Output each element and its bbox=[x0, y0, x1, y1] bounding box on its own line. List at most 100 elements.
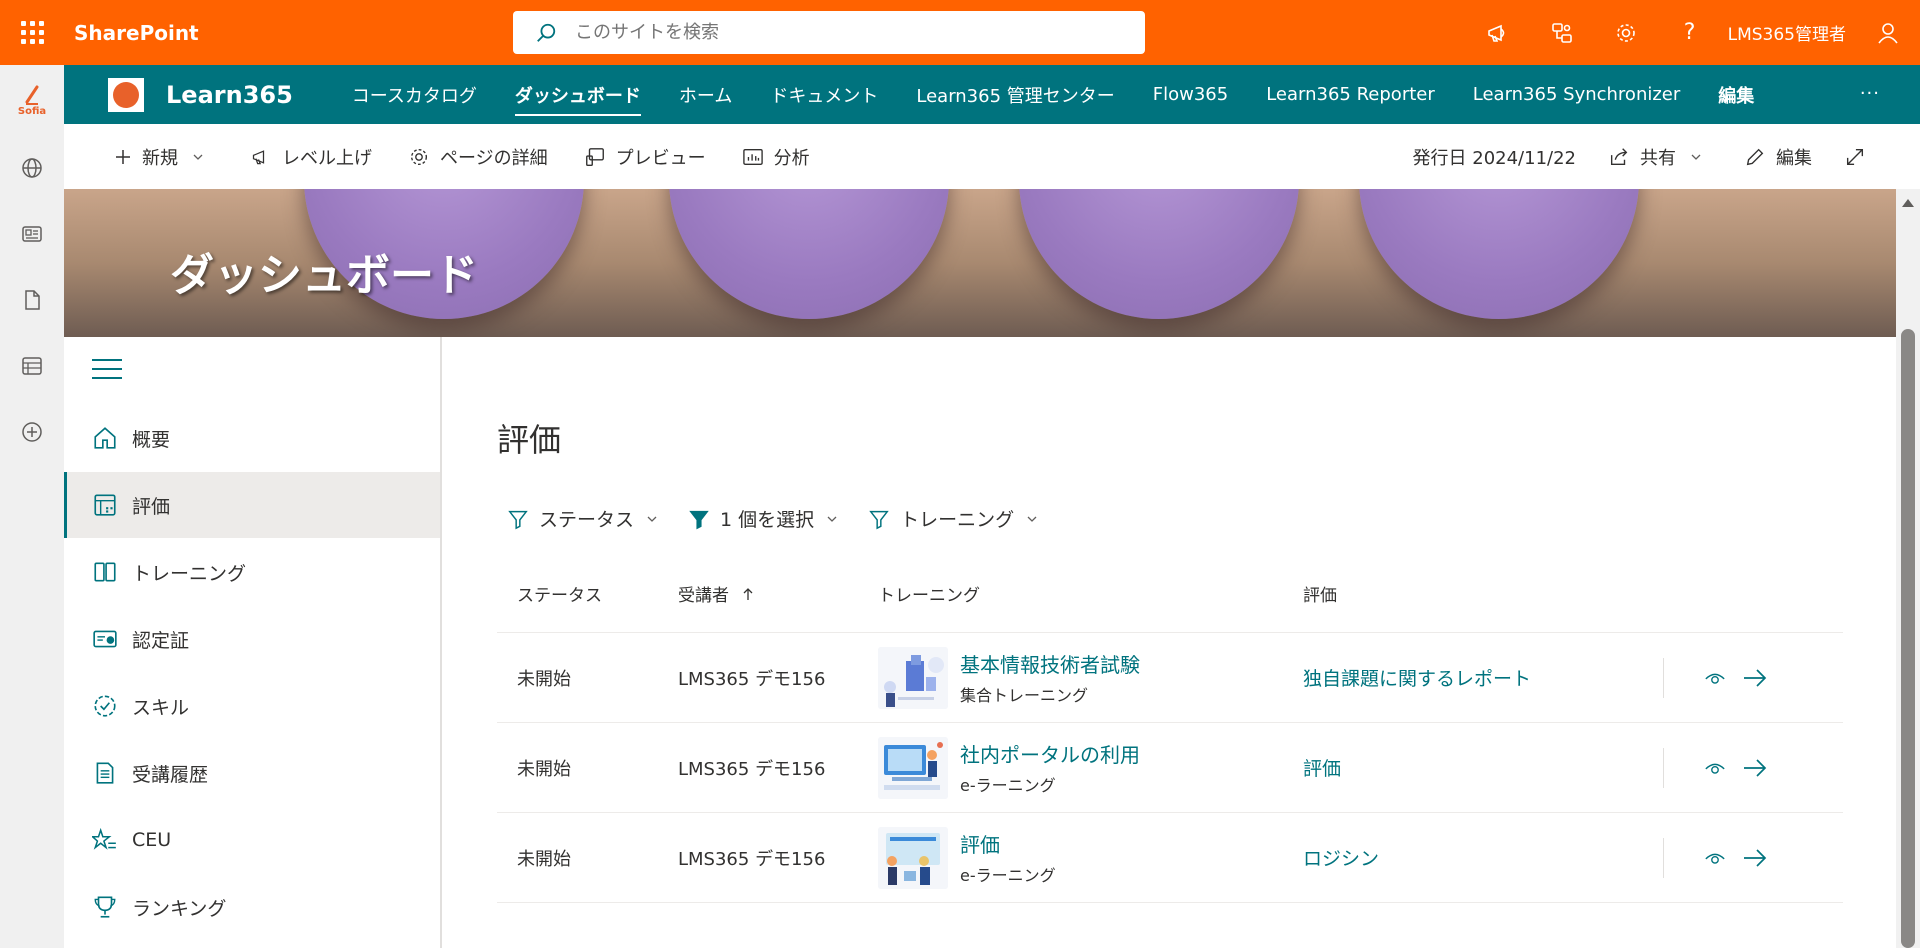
training-thumbnail[interactable] bbox=[878, 826, 948, 889]
column-header-status[interactable]: ステータス bbox=[497, 581, 678, 606]
training-thumbnail[interactable] bbox=[878, 646, 948, 709]
appbar-files-button[interactable] bbox=[0, 267, 64, 333]
table-row[interactable]: 未開始 LMS365 デモ156 基本情報技術者試験 集合トレーニング 独自課題… bbox=[497, 633, 1843, 723]
arrow-right-icon[interactable] bbox=[1742, 847, 1768, 869]
help-button[interactable]: ? bbox=[1658, 0, 1722, 65]
nav-more-button[interactable]: ··· bbox=[1860, 83, 1880, 104]
chevron-down-icon bbox=[647, 516, 657, 522]
nav-synchronizer[interactable]: Learn365 Synchronizer bbox=[1473, 78, 1681, 111]
nav-admin-center[interactable]: Learn365 管理センター bbox=[916, 76, 1114, 114]
filter-status[interactable]: ステータス bbox=[507, 505, 658, 532]
eye-icon[interactable] bbox=[1704, 847, 1726, 869]
training-illustration-icon bbox=[878, 826, 948, 889]
preview-button[interactable]: プレビュー bbox=[584, 144, 706, 170]
sofia-logo[interactable]: Sofia bbox=[0, 65, 64, 135]
nav-dashboard[interactable]: ダッシュボード bbox=[514, 76, 641, 116]
analytics-button[interactable]: 分析 bbox=[742, 144, 810, 170]
column-header-learner[interactable]: 受講者 bbox=[678, 581, 878, 606]
edit-page-button[interactable]: 編集 bbox=[1744, 144, 1812, 170]
plus-icon bbox=[116, 149, 130, 164]
published-date: 発行日 2024/11/22 bbox=[1413, 144, 1576, 170]
nav-reporter[interactable]: Learn365 Reporter bbox=[1266, 78, 1435, 111]
preview-label: プレビュー bbox=[615, 147, 706, 169]
column-header-evaluation[interactable]: 評価 bbox=[1303, 581, 1663, 606]
filter-selected[interactable]: 1 個を選択 bbox=[688, 505, 838, 532]
nav-edit[interactable]: 編集 bbox=[1718, 76, 1754, 114]
chevron-down-icon bbox=[1027, 516, 1037, 522]
nav-documents[interactable]: ドキュメント bbox=[770, 76, 878, 114]
leftnav-item-ranking[interactable]: ランキング bbox=[64, 874, 440, 940]
leftnav-item-assessment[interactable]: 評価 bbox=[64, 472, 440, 538]
leftnav-item-training[interactable]: トレーニング bbox=[64, 539, 440, 605]
training-title-link[interactable]: 社内ポータルの利用 bbox=[960, 739, 1140, 768]
file-icon bbox=[25, 290, 40, 310]
table-row[interactable]: 未開始 LMS365 デモ156 評価 e-ラーニング ロジシン bbox=[497, 813, 1843, 903]
analytics-icon bbox=[742, 148, 763, 165]
arrow-right-icon[interactable] bbox=[1742, 667, 1768, 689]
row-learner: LMS365 デモ156 bbox=[678, 758, 826, 780]
column-header-training[interactable]: トレーニング bbox=[878, 581, 1303, 606]
table-row[interactable]: 未開始 LMS365 デモ156 社内ポータルの利用 e-ラーニング 評価 bbox=[497, 723, 1843, 813]
scroll-thumb[interactable] bbox=[1901, 329, 1915, 948]
promote-button[interactable]: レベル上げ bbox=[250, 144, 372, 170]
eye-icon[interactable] bbox=[1704, 757, 1726, 779]
appbar-sites-button[interactable] bbox=[0, 135, 64, 201]
row-learner: LMS365 デモ156 bbox=[678, 848, 826, 870]
leftnav-item-label: 受講履歴 bbox=[132, 763, 209, 786]
evaluation-link[interactable]: 独自課題に関するレポート bbox=[1303, 668, 1531, 690]
eye-icon[interactable] bbox=[1704, 667, 1726, 689]
evaluation-link[interactable]: 評価 bbox=[1303, 758, 1341, 780]
leftnav-item-overview[interactable]: 概要 bbox=[64, 405, 440, 471]
analytics-label: 分析 bbox=[773, 147, 810, 169]
site-logo[interactable] bbox=[108, 77, 144, 112]
trophy-icon bbox=[94, 896, 116, 918]
leftnav-item-history[interactable]: 受講履歴 bbox=[64, 740, 440, 806]
sharepoint-brand-link[interactable]: SharePoint bbox=[74, 21, 199, 45]
evaluation-link[interactable]: ロジシン bbox=[1303, 848, 1379, 870]
page-details-button[interactable]: ページの詳細 bbox=[408, 144, 548, 170]
command-bar: 新規 レベル上げ ページの詳細 プレビュー 分析 発行日 2024/11/22 … bbox=[64, 124, 1920, 189]
training-title-link[interactable]: 評価 bbox=[960, 829, 1056, 858]
settings-button[interactable] bbox=[1594, 0, 1658, 65]
leftnav-item-label: ランキング bbox=[132, 897, 227, 920]
app-launcher-button[interactable] bbox=[0, 0, 64, 65]
leftnav-item-label: 評価 bbox=[132, 495, 171, 518]
nav-course-catalog[interactable]: コースカタログ bbox=[352, 76, 477, 114]
scroll-up-icon[interactable] bbox=[1902, 199, 1914, 207]
nav-flow365[interactable]: Flow365 bbox=[1153, 78, 1228, 111]
training-title-link[interactable]: 基本情報技術者試験 bbox=[960, 649, 1140, 678]
appbar-news-button[interactable] bbox=[0, 201, 64, 267]
share-icon bbox=[1610, 147, 1628, 165]
leftnav-item-label: 認定証 bbox=[132, 629, 190, 652]
account-button[interactable] bbox=[1856, 0, 1920, 65]
site-search-box[interactable] bbox=[513, 11, 1145, 54]
announcement-button[interactable] bbox=[1466, 0, 1530, 65]
expand-button[interactable] bbox=[1844, 146, 1876, 168]
leftnav-item-certificates[interactable]: 認定証 bbox=[64, 606, 440, 672]
leftnav-item-skills[interactable]: スキル bbox=[64, 673, 440, 739]
site-title[interactable]: Learn365 bbox=[166, 81, 293, 109]
filter-training[interactable]: トレーニング bbox=[868, 505, 1038, 532]
row-status: 未開始 bbox=[517, 668, 571, 690]
appbar-create-button[interactable] bbox=[0, 399, 64, 465]
appbar-lists-button[interactable] bbox=[0, 333, 64, 399]
add-icon bbox=[22, 422, 42, 442]
dashboard-left-nav: 概要 評価 トレーニング 認定証 スキル 受講履歴 CEU ランキング bbox=[64, 337, 442, 948]
account-name[interactable]: LMS365管理者 bbox=[1728, 20, 1846, 45]
search-input[interactable] bbox=[575, 22, 1095, 43]
site-header: Learn365 コースカタログ ダッシュボード ホーム ドキュメント Lear… bbox=[64, 65, 1920, 124]
training-type: e-ラーニング bbox=[960, 776, 1056, 795]
page-scrollbar[interactable] bbox=[1896, 189, 1920, 948]
leftnav-item-ceu[interactable]: CEU bbox=[64, 807, 440, 873]
arrow-right-icon[interactable] bbox=[1742, 757, 1768, 779]
new-button[interactable]: 新規 bbox=[114, 144, 214, 170]
page-banner: ダッシュボード bbox=[64, 189, 1896, 337]
share-button[interactable]: 共有 bbox=[1608, 144, 1712, 170]
hamburger-menu-icon[interactable] bbox=[92, 359, 122, 386]
nav-home[interactable]: ホーム bbox=[679, 76, 732, 114]
certificate-icon bbox=[93, 630, 117, 648]
training-type: 集合トレーニング bbox=[960, 686, 1089, 705]
training-thumbnail[interactable] bbox=[878, 736, 948, 799]
org-button[interactable] bbox=[1530, 0, 1594, 65]
leftnav-item-label: 概要 bbox=[132, 428, 171, 451]
